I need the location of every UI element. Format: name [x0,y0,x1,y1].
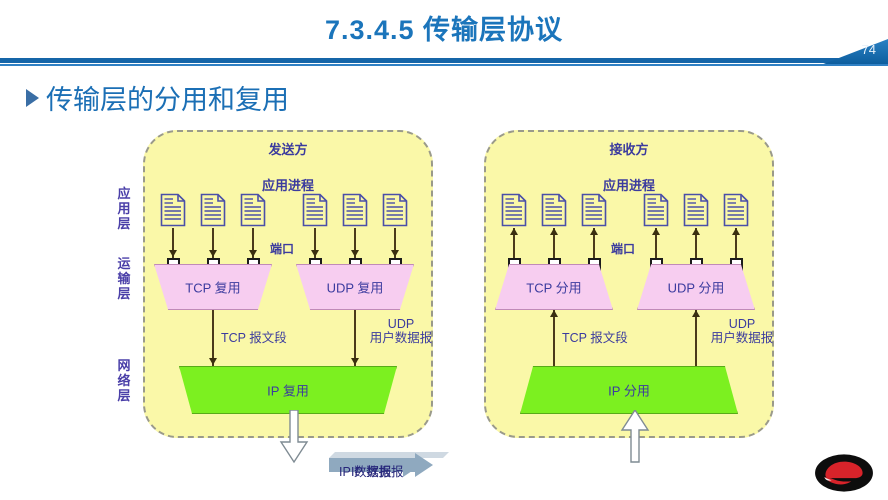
application-process-document-icon [501,193,527,227]
application-process-document-icon [541,193,567,227]
flow-arrowhead-down-icon [209,358,217,365]
application-process-document-icon [382,193,408,227]
header-divider [0,58,888,63]
flow-arrowhead-down-icon [169,250,177,257]
receiver-port-label: 端口 [611,242,636,256]
receiver-tcp-multiplex-box-label: TCP 分用 [526,280,582,296]
sender-udp-datagram-label-line2: 用户数据报 [369,331,433,345]
sender-title: 发送方 [268,142,308,157]
receiver-ip-box: IP 分用 [520,366,738,414]
header-divider-thin [0,64,888,66]
sender-ip-datagram-flow-arrow [279,410,309,464]
chevron-bullet-icon [26,88,39,107]
application-process-document-icon [683,193,709,227]
multiplexing-diagram: 应用层 运输层 网络层 发送方 应用进程 接收方 应用进程 端口 TCP 复用 … [0,118,888,500]
receiver-udp-multiplex-box: UDP 分用 [637,264,755,310]
sender-ip-box: IP 复用 [179,366,397,414]
receiver-ip-datagram-tag-label: IP 数据报 [351,465,404,479]
flow-arrowhead-down-icon [351,358,359,365]
page-title: 7.3.4.5 传输层协议 [324,15,564,45]
flow-arrowhead-up-icon [732,228,740,235]
receiver-udp-datagram-label: UDP 用户数据报 [706,317,778,345]
flow-arrowhead-up-icon [692,310,700,317]
application-process-document-icon [643,193,669,227]
slide-header: 7.3.4.5 传输层协议 74 [0,0,888,66]
transport-network-connector [553,310,555,366]
sender-tcp-multiplex-box: TCP 复用 [154,264,272,310]
page-number: 74 [861,42,876,57]
receiver-udp-datagram-label-line1: UDP [728,317,756,331]
flow-arrowhead-up-icon [510,228,518,235]
sender-udp-multiplex-box: UDP 复用 [296,264,414,310]
receiver-ip-box-label: IP 分用 [608,383,650,399]
application-process-document-icon [240,193,266,227]
receiver-tcp-multiplex-box: TCP 分用 [495,264,613,310]
receiver-tcp-segment-label: TCP 报文段 [562,331,628,345]
flow-arrowhead-up-icon [550,228,558,235]
sender-subtitle: 应用进程 [261,178,314,193]
layer-label-application: 应用层 [117,186,131,231]
red-hat-logo [815,454,873,492]
receiver-subtitle: 应用进程 [602,178,655,193]
flow-arrowhead-up-icon [652,228,660,235]
sender-udp-datagram-label-line1: UDP [387,317,415,331]
flow-arrowhead-up-icon [590,228,598,235]
flow-arrowhead-down-icon [209,250,217,257]
layer-label-network: 网络层 [117,358,131,403]
subtitle-text: 传输层的分用和复用 [46,85,289,115]
application-process-document-icon [342,193,368,227]
application-process-document-icon [723,193,749,227]
application-process-document-icon [581,193,607,227]
flow-arrowhead-up-icon [550,310,558,317]
sender-udp-datagram-label: UDP 用户数据报 [365,317,437,345]
flow-arrowhead-up-icon [692,228,700,235]
application-process-document-icon [200,193,226,227]
subtitle-row: 传输层的分用和复用 [26,78,289,117]
flow-arrowhead-down-icon [249,250,257,257]
flow-arrowhead-down-icon [351,250,359,257]
receiver-udp-multiplex-box-label: UDP 分用 [667,280,725,296]
receiver-ip-datagram-flow-arrow [620,410,650,463]
sender-tcp-multiplex-box-label: TCP 复用 [185,280,241,296]
application-process-document-icon [160,193,186,227]
sender-ip-box-label: IP 复用 [267,383,309,399]
receiver-udp-datagram-label-line2: 用户数据报 [710,331,774,345]
sender-udp-multiplex-box-label: UDP 复用 [326,280,384,296]
sender-port-label: 端口 [270,242,295,256]
receiver-title: 接收方 [609,142,649,157]
transport-network-connector [695,310,697,366]
page-number-badge: 74 [790,39,888,64]
layer-label-transport: 运输层 [117,256,131,301]
flow-arrowhead-down-icon [391,250,399,257]
sender-tcp-segment-label: TCP 报文段 [221,331,287,345]
flow-arrowhead-down-icon [311,250,319,257]
receiver-ip-datagram-tag: IP 数据报 [341,452,449,486]
application-process-document-icon [302,193,328,227]
